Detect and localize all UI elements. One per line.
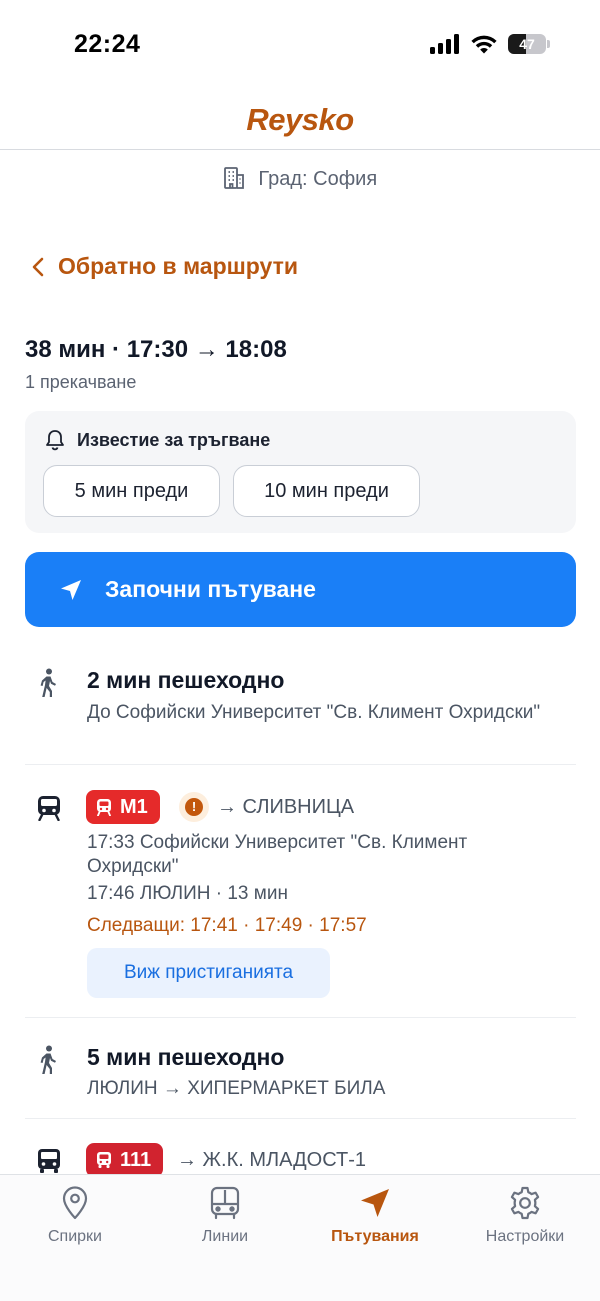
divider [25, 1017, 576, 1018]
bus-destination: → Ж.К. МЛАДОСТ-1 [177, 1149, 367, 1171]
battery-level: 47 [519, 36, 535, 52]
bus-icon [97, 1152, 111, 1168]
notification-title-text: Известие за тръгване [77, 429, 271, 450]
chevron-left-icon [32, 257, 44, 276]
back-link-label: Обратно в маршрути [58, 253, 299, 279]
building-icon [223, 166, 244, 189]
walking-icon [40, 668, 56, 697]
status-bar: 22:24 47 [0, 0, 600, 90]
cellular-signal-icon [430, 34, 460, 54]
departure-notification-card: Известие за тръгване 5 мин преди 10 мин … [25, 411, 576, 533]
gear-icon [510, 1186, 540, 1220]
tab-stops[interactable]: Спирки [0, 1185, 150, 1246]
tab-trips[interactable]: Пътувания [300, 1185, 450, 1246]
notify-5-min-button[interactable]: 5 мин преди [43, 465, 220, 517]
start-trip-label: Започни пътуване [105, 576, 316, 602]
bus-leg: 111 → Ж.К. МЛАДОСТ-1 [25, 1140, 576, 1174]
walk-leg-2: 5 мин пешеходно ЛЮЛИН → ХИПЕРМАРКЕТ БИЛА [25, 1037, 576, 1112]
notify-10-min-button[interactable]: 10 мин преди [233, 465, 420, 517]
bus-icon [38, 1149, 60, 1173]
navigation-icon [361, 1189, 389, 1217]
divider [25, 764, 576, 765]
walking-icon [40, 1045, 56, 1074]
app-header: Reysko [0, 90, 600, 150]
status-time: 22:24 [74, 30, 141, 58]
city-label: Град: София [258, 168, 378, 190]
bus-line-label: 111 [120, 1148, 152, 1171]
navigation-arrow-icon [61, 579, 81, 600]
walk-route: ЛЮЛИН → ХИПЕРМАРКЕТ БИЛА [87, 1078, 386, 1099]
app-logo: Reysko [246, 102, 354, 137]
next-departures: Следващи: 17:41 · 17:49 · 17:57 [87, 915, 367, 936]
trip-summary: 38 мин · 17:30 → 18:08 [25, 336, 287, 363]
metro-destination: → СЛИВНИЦА [217, 796, 355, 818]
battery-icon: 47 [508, 34, 550, 54]
bottom-tab-bar: Спирки Линии Пътувания Настройки [0, 1174, 600, 1301]
bus-icon [210, 1186, 240, 1220]
wifi-icon [471, 35, 497, 54]
metro-icon [97, 799, 111, 816]
map-pin-icon [62, 1186, 88, 1220]
bus-line-badge[interactable]: 111 [86, 1143, 164, 1174]
walk-duration: 2 мин пешеходно [87, 667, 285, 693]
trip-transfers: 1 прекачване [25, 372, 137, 392]
tab-settings[interactable]: Настройки [450, 1185, 600, 1246]
bell-icon [46, 430, 64, 451]
tab-stops-label: Спирки [48, 1228, 102, 1245]
metro-line-label: M1 [120, 795, 148, 818]
tab-trips-label: Пътувания [331, 1228, 419, 1245]
tab-lines[interactable]: Линии [150, 1185, 300, 1246]
metro-board-stop: 17:33 Софийски Университет "Св. Климент … [87, 832, 468, 877]
metro-line-badge[interactable]: M1 [86, 790, 160, 824]
metro-leg: M1 ! → СЛИВНИЦА 17:33 Софийски Университ… [25, 785, 576, 1010]
view-arrivals-button[interactable]: Виж пристиганията [87, 948, 330, 998]
notification-title: Известие за тръгване [45, 429, 270, 451]
city-selector[interactable]: Град: София [0, 166, 600, 191]
walk-duration: 5 мин пешеходно [87, 1044, 285, 1070]
tab-settings-label: Настройки [485, 1228, 565, 1245]
walk-leg-1: 2 мин пешеходно До Софийски Университет … [25, 660, 576, 760]
back-to-routes-link[interactable]: Обратно в маршрути [32, 253, 298, 280]
walk-destination: До Софийски Университет "Св. Климент Охр… [87, 702, 541, 723]
metro-icon [38, 796, 60, 821]
divider [25, 1118, 576, 1119]
alert-icon[interactable]: ! [179, 792, 209, 822]
metro-alight-stop: 17:46 ЛЮЛИН · 13 мин [87, 883, 288, 904]
start-trip-button[interactable]: Започни пътуване [25, 552, 576, 627]
tab-lines-label: Линии [201, 1228, 249, 1245]
